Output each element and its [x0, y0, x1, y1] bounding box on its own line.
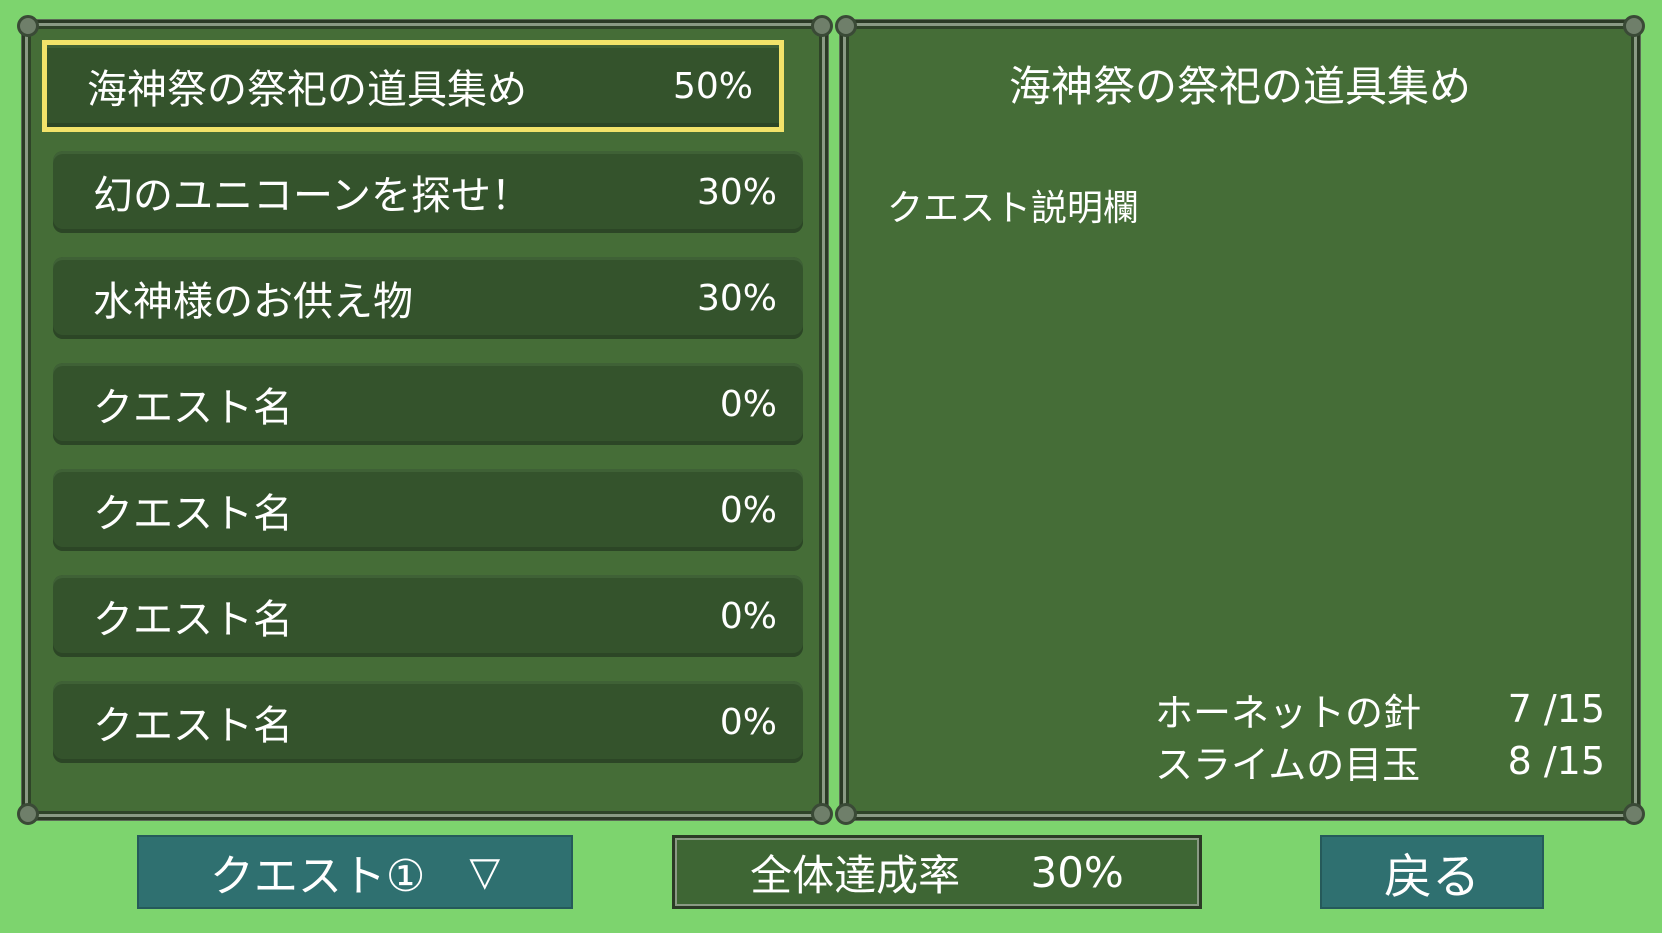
quest-detail-panel: 海神祭の祭祀の道具集め クエスト説明欄 ホーネットの針 7 /15 スライムの目…: [835, 15, 1645, 825]
requirement-row: ホーネットの針 7 /15: [1155, 683, 1605, 735]
quest-list: 海神祭の祭祀の道具集め 50% 幻のユニコーンを探せ！ 30% 水神様のお供え物…: [42, 40, 803, 787]
quest-percent: 0%: [719, 489, 777, 531]
requirement-count: 8 /15: [1507, 739, 1605, 783]
dropdown-arrow-icon: ▽: [469, 849, 501, 895]
quest-name: 海神祭の祭祀の道具集め: [87, 67, 527, 113]
corner-ornament: [1623, 803, 1645, 825]
quest-row[interactable]: クエスト名 0%: [53, 681, 803, 763]
corner-ornament: [1623, 15, 1645, 37]
quest-name: クエスト名: [93, 385, 293, 431]
corner-ornament: [835, 803, 857, 825]
requirement-count: 7 /15: [1507, 687, 1605, 731]
quest-row[interactable]: 水神様のお供え物 30%: [53, 257, 803, 339]
quest-row[interactable]: クエスト名 0%: [53, 575, 803, 657]
requirement-item: ホーネットの針: [1155, 690, 1422, 735]
overall-progress-label: 全体達成率: [750, 850, 961, 900]
quest-percent: 0%: [719, 701, 777, 743]
quest-category-label: クエスト①: [209, 851, 426, 902]
back-button[interactable]: 戻る: [1320, 835, 1544, 909]
quest-percent: 0%: [719, 595, 777, 637]
corner-ornament: [811, 803, 833, 825]
back-button-label: 戻る: [1383, 849, 1480, 905]
quest-name: 水神様のお供え物: [93, 279, 413, 325]
quest-name: クエスト名: [93, 491, 293, 537]
quest-category-dropdown[interactable]: クエスト① ▽: [137, 835, 573, 909]
quest-percent: 50%: [672, 65, 753, 107]
quest-row[interactable]: クエスト名 0%: [53, 363, 803, 445]
requirement-list: ホーネットの針 7 /15 スライムの目玉 8 /15: [1155, 683, 1605, 787]
quest-row[interactable]: クエスト名 0%: [53, 469, 803, 551]
overall-progress: 全体達成率 30%: [672, 835, 1202, 909]
corner-ornament: [811, 15, 833, 37]
quest-percent: 30%: [696, 171, 777, 213]
quest-name: クエスト名: [93, 597, 293, 643]
quest-list-panel: 海神祭の祭祀の道具集め 50% 幻のユニコーンを探せ！ 30% 水神様のお供え物…: [17, 15, 833, 825]
quest-name: 幻のユニコーンを探せ！: [93, 173, 531, 219]
corner-ornament: [17, 15, 39, 37]
quest-percent: 0%: [719, 383, 777, 425]
requirement-item: スライムの目玉: [1155, 742, 1421, 787]
quest-detail-title: 海神祭の祭祀の道具集め: [1008, 62, 1471, 111]
corner-ornament: [17, 803, 39, 825]
quest-row[interactable]: 海神祭の祭祀の道具集め 50%: [42, 40, 784, 132]
quest-name: クエスト名: [93, 703, 293, 749]
corner-ornament: [835, 15, 857, 37]
requirement-row: スライムの目玉 8 /15: [1155, 735, 1605, 787]
overall-progress-value: 30%: [1030, 847, 1124, 897]
quest-percent: 30%: [696, 277, 777, 319]
quest-description: クエスト説明欄: [887, 188, 1140, 229]
quest-row[interactable]: 幻のユニコーンを探せ！ 30%: [53, 151, 803, 233]
